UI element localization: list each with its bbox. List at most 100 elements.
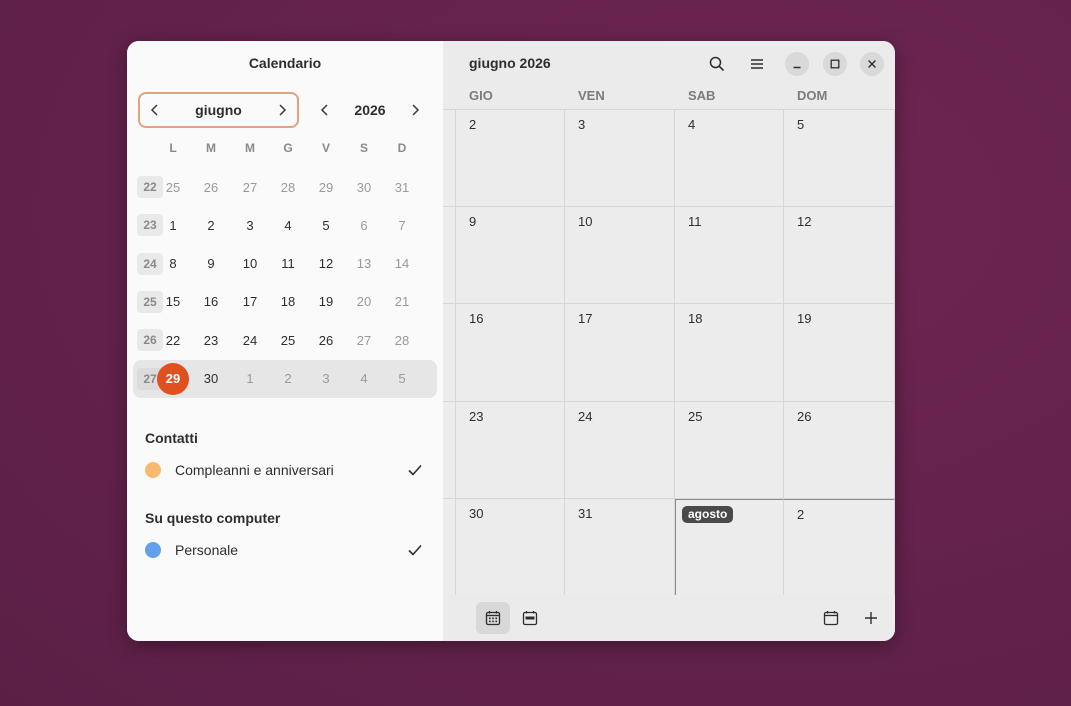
day-cell[interactable]: 29: [310, 172, 342, 202]
month-view: giugno 2026 GIO VEN SAB DOM 2 3 4 5 9 10 11 12 16 17…: [441, 41, 895, 641]
week-view-button[interactable]: [513, 602, 547, 634]
calendar-source-item[interactable]: Compleanni e anniversari: [145, 458, 425, 482]
day-cell[interactable]: 30: [195, 364, 227, 394]
day-cell[interactable]: 5: [386, 364, 418, 394]
day-cell[interactable]: 19: [310, 287, 342, 317]
week-row: 25 15 16 17 18 19 20 21: [133, 283, 437, 321]
day-cell[interactable]: 31: [386, 172, 418, 202]
day-cell[interactable]: 22: [157, 325, 189, 355]
month-day-cell[interactable]: 30: [456, 498, 565, 596]
day-cell[interactable]: 4: [272, 210, 304, 240]
month-view-button[interactable]: [476, 602, 510, 634]
next-year-button[interactable]: [400, 94, 430, 126]
month-day-cell[interactable]: 9: [456, 207, 565, 305]
day-cell-partial[interactable]: [441, 498, 456, 596]
day-cell-partial[interactable]: [441, 304, 456, 402]
calendar-week-icon: [522, 611, 538, 626]
month-day-cell[interactable]: 2: [456, 110, 565, 208]
day-cell[interactable]: 4: [348, 364, 380, 394]
month-day-cell[interactable]: 3: [565, 110, 675, 208]
main-menu-button[interactable]: [744, 51, 770, 77]
day-cell[interactable]: 27: [234, 172, 266, 202]
day-cell[interactable]: 3: [234, 210, 266, 240]
day-cell[interactable]: 10: [234, 249, 266, 279]
month-day-cell[interactable]: 10: [565, 207, 675, 305]
add-event-button[interactable]: [854, 602, 888, 634]
day-cell[interactable]: 12: [310, 249, 342, 279]
month-day-cell[interactable]: 23: [456, 401, 565, 499]
weekday-label: G: [283, 141, 293, 155]
search-button[interactable]: [704, 51, 730, 77]
day-cell[interactable]: 17: [234, 287, 266, 317]
view-switcher-bar: [443, 595, 895, 641]
day-cell[interactable]: 18: [272, 287, 304, 317]
day-cell[interactable]: 13: [348, 249, 380, 279]
day-cell[interactable]: 2: [272, 364, 304, 394]
day-cell[interactable]: 5: [310, 210, 342, 240]
next-month-button[interactable]: [267, 94, 297, 126]
day-cell[interactable]: 25: [272, 325, 304, 355]
month-day-cell[interactable]: 16: [456, 304, 565, 402]
day-cell[interactable]: 25: [157, 172, 189, 202]
prev-month-button[interactable]: [140, 94, 170, 126]
day-cell[interactable]: 20: [348, 287, 380, 317]
day-cell[interactable]: 14: [386, 249, 418, 279]
year-label: 2026: [354, 102, 386, 118]
month-day-cell[interactable]: 12: [784, 207, 895, 305]
day-cell[interactable]: 7: [386, 210, 418, 240]
month-day-cell[interactable]: 2: [784, 498, 895, 596]
day-cell-partial[interactable]: [441, 207, 456, 305]
day-number: 25: [688, 408, 703, 424]
day-number: 18: [688, 311, 703, 327]
weekday-label: M: [245, 141, 255, 155]
month-day-cell[interactable]: 24: [565, 401, 675, 499]
week-row: 23 1 2 3 4 5 6 7: [133, 206, 437, 244]
month-day-cell[interactable]: agosto: [675, 498, 784, 596]
calendar-source-item[interactable]: Personale: [145, 538, 425, 562]
today-day[interactable]: 29: [157, 362, 189, 395]
day-cell[interactable]: 11: [272, 249, 304, 279]
day-cell[interactable]: 16: [195, 287, 227, 317]
day-cell[interactable]: 24: [234, 325, 266, 355]
day-number: 23: [469, 408, 484, 424]
month-day-cell[interactable]: 26: [784, 401, 895, 499]
day-cell[interactable]: 28: [272, 172, 304, 202]
day-cell-partial[interactable]: [441, 110, 456, 208]
day-cell[interactable]: 26: [310, 325, 342, 355]
minimize-button[interactable]: [785, 52, 809, 76]
day-cell-partial[interactable]: [441, 401, 456, 499]
day-number: 10: [578, 214, 593, 230]
day-cell[interactable]: 30: [348, 172, 380, 202]
day-cell[interactable]: 8: [157, 249, 189, 279]
day-cell[interactable]: 2: [195, 210, 227, 240]
month-day-cell[interactable]: 31: [565, 498, 675, 596]
weekday-label: D: [397, 141, 407, 155]
month-day-cell[interactable]: 11: [675, 207, 784, 305]
close-button[interactable]: [860, 52, 884, 76]
month-day-cell[interactable]: 5: [784, 110, 895, 208]
month-day-cell[interactable]: 19: [784, 304, 895, 402]
day-cell[interactable]: 27: [348, 325, 380, 355]
today-button[interactable]: [814, 602, 848, 634]
plus-icon: [865, 612, 877, 624]
day-cell[interactable]: 1: [157, 210, 189, 240]
day-cell[interactable]: 28: [386, 325, 418, 355]
month-day-cell[interactable]: 18: [675, 304, 784, 402]
maximize-button[interactable]: [823, 52, 847, 76]
day-cell[interactable]: 6: [348, 210, 380, 240]
menu-icon: [751, 59, 763, 69]
day-cell[interactable]: 26: [195, 172, 227, 202]
day-cell[interactable]: 3: [310, 364, 342, 394]
month-day-cell[interactable]: 17: [565, 304, 675, 402]
prev-year-button[interactable]: [310, 94, 340, 126]
week-row: 27 29 30 1 2 3 4 5: [133, 359, 437, 398]
section-title: Contatti: [145, 430, 198, 446]
day-cell[interactable]: 15: [157, 287, 189, 317]
day-cell[interactable]: 9: [195, 249, 227, 279]
day-number: 9: [469, 214, 477, 230]
day-cell[interactable]: 23: [195, 325, 227, 355]
month-day-cell[interactable]: 25: [675, 401, 784, 499]
day-cell[interactable]: 1: [234, 364, 266, 394]
month-day-cell[interactable]: 4: [675, 110, 784, 208]
day-cell[interactable]: 21: [386, 287, 418, 317]
